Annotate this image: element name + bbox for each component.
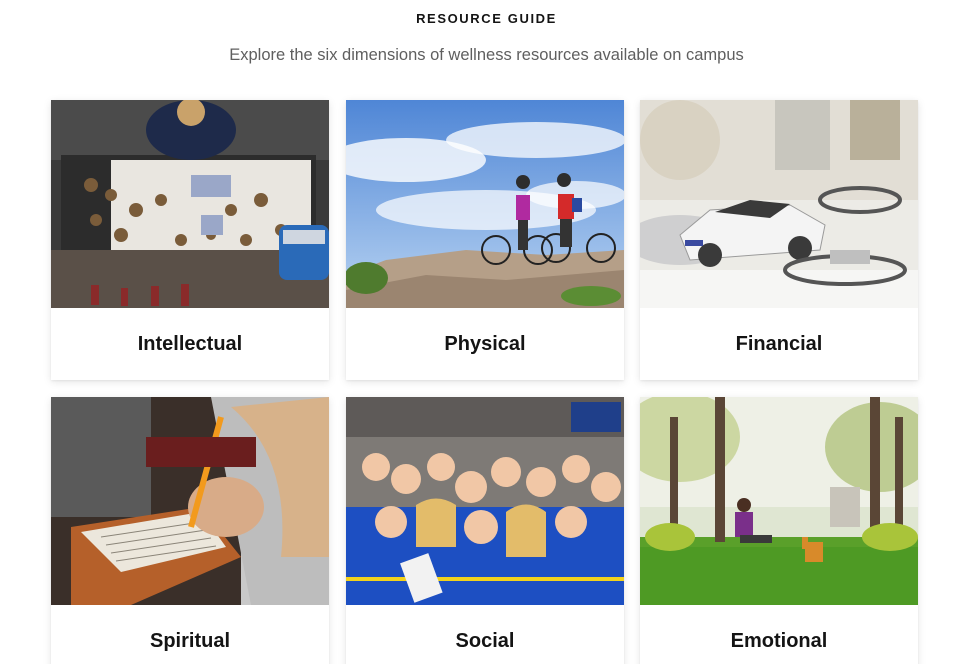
social-photo bbox=[346, 397, 624, 605]
emotional-photo bbox=[640, 397, 918, 605]
card-spiritual[interactable]: Spiritual bbox=[51, 397, 329, 664]
intellectual-photo bbox=[51, 100, 329, 308]
card-label: Intellectual bbox=[137, 333, 243, 355]
physical-photo bbox=[346, 100, 624, 308]
card-physical[interactable]: Physical bbox=[346, 100, 624, 380]
card-emotional[interactable]: Emotional bbox=[640, 397, 918, 664]
card-label: Social bbox=[455, 630, 515, 652]
spiritual-photo bbox=[51, 397, 329, 605]
card-label: Physical bbox=[444, 333, 526, 355]
card-label: Spiritual bbox=[149, 630, 230, 652]
card-label: Financial bbox=[735, 333, 823, 355]
card-intellectual[interactable]: Intellectual bbox=[51, 100, 329, 380]
section-subtitle: Explore the six dimensions of wellness r… bbox=[229, 46, 744, 64]
section-eyebrow: RESOURCE GUIDE bbox=[416, 11, 557, 26]
card-financial[interactable]: Financial bbox=[640, 100, 918, 380]
resource-guide-page: RESOURCE GUIDE Explore the six dimension… bbox=[0, 0, 973, 664]
card-label: Emotional bbox=[730, 630, 828, 652]
financial-photo bbox=[640, 100, 918, 308]
card-social[interactable]: Social bbox=[346, 397, 624, 664]
